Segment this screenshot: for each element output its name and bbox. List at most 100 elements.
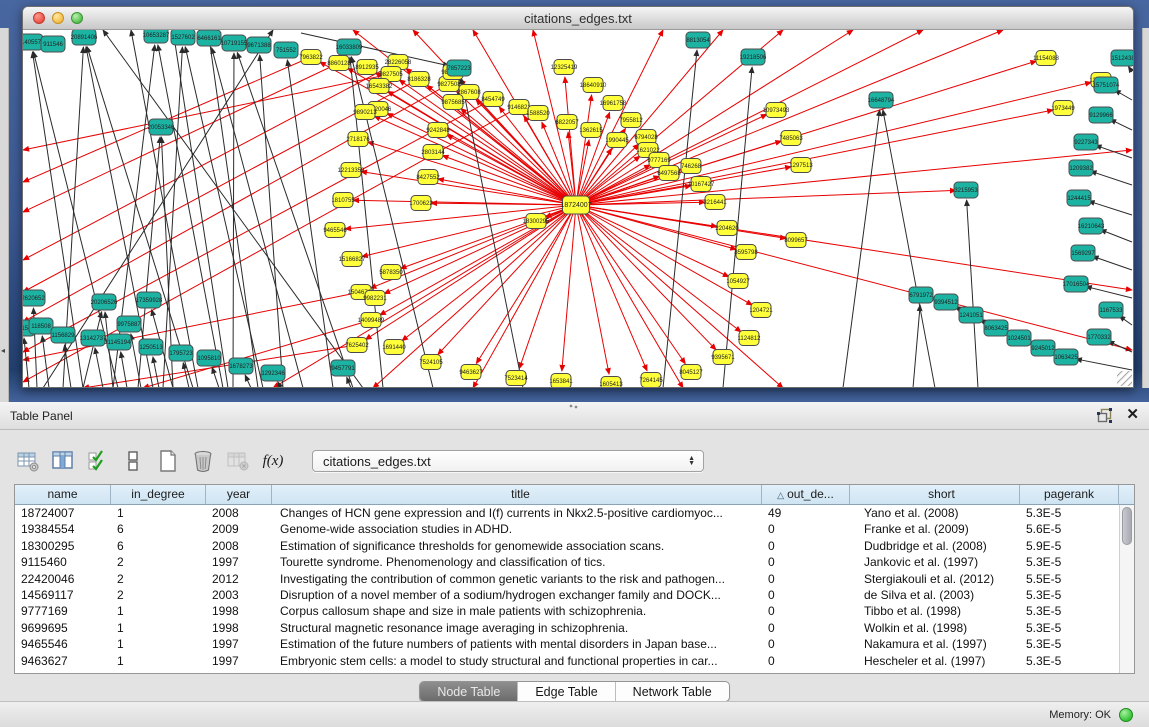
selected-node-1362615[interactable]: 1362615	[579, 123, 603, 138]
citation-network-graph[interactable]: 1872400779638228860128891293528226058982…	[23, 30, 1133, 387]
selected-node-11154088[interactable]: 11154088	[1033, 51, 1059, 66]
selected-node-8912935[interactable]: 8912935	[355, 60, 379, 75]
modify-table-icon[interactable]	[16, 449, 40, 473]
delete-table-icon[interactable]	[191, 449, 215, 473]
table-row[interactable]: 2242004622012Investigating the contribut…	[15, 571, 1134, 587]
selected-node-8427552[interactable]: 8427552	[416, 170, 440, 185]
table-row[interactable]: 1872400712008Changes of HCN gene express…	[15, 505, 1134, 521]
selected-node-1810755[interactable]: 1810755	[331, 193, 355, 208]
selected-node-1054927[interactable]: 1054927	[726, 274, 750, 289]
selected-node-1588520[interactable]: 1588520	[526, 106, 550, 121]
float-panel-icon[interactable]	[1097, 408, 1112, 423]
selected-node-2718176[interactable]: 2718176	[346, 132, 370, 147]
node-8063425[interactable]: 8063425	[984, 320, 1008, 336]
selected-node-6497568[interactable]: 6497568	[657, 166, 681, 181]
selected-node-12213359[interactable]: 12213359	[338, 163, 365, 178]
node-17359928[interactable]: 17359928	[136, 292, 163, 308]
column-header-title[interactable]: title	[272, 485, 762, 504]
selected-node-7523414[interactable]: 7523414	[504, 371, 528, 386]
selected-node-1691440[interactable]: 1691440	[382, 340, 406, 355]
node-1569297[interactable]: 1569297	[1071, 245, 1095, 261]
node-10719155[interactable]: 10719155	[221, 35, 248, 51]
selected-node-1973449[interactable]: 1973449	[1051, 101, 1075, 116]
node-118508[interactable]: 118508	[29, 318, 53, 334]
network-canvas[interactable]: 1872400779638228860128891293528226058982…	[23, 30, 1133, 387]
node-20891406[interactable]: 20891406	[71, 30, 98, 45]
node-19218506[interactable]: 19218506	[740, 49, 767, 65]
column-header-pagerank[interactable]: pagerank	[1020, 485, 1119, 504]
node-16210643[interactable]: 16210643	[1078, 218, 1105, 234]
selected-node-10167427[interactable]: 10167427	[688, 177, 715, 192]
selected-node-15166827[interactable]: 15166827	[339, 252, 366, 267]
node-9457791[interactable]: 9457791	[331, 360, 355, 376]
selected-node-8595798[interactable]: 8595798	[734, 245, 758, 260]
table-row[interactable]: 946362711997Embryonic stem cells: a mode…	[15, 653, 1134, 669]
selected-node-9890213[interactable]: 9890213	[353, 105, 377, 120]
node-9227343[interactable]: 9227343	[1074, 134, 1098, 150]
selected-node-18300295[interactable]: 18300295	[523, 214, 550, 229]
show-columns-icon[interactable]	[51, 449, 75, 473]
node-17016504[interactable]: 17016504	[1063, 276, 1090, 292]
node-1250513[interactable]: 1250513	[139, 339, 163, 355]
selected-node-10973493[interactable]: 10973493	[763, 103, 790, 118]
network-window-titlebar[interactable]: citations_edges.txt	[23, 7, 1133, 30]
node-20206526[interactable]: 20206526	[91, 294, 118, 310]
selected-node-1990445[interactable]: 1990445	[605, 133, 629, 148]
selected-node-1653841[interactable]: 1653841	[549, 374, 573, 388]
node-1512438[interactable]: 1512438	[1111, 50, 1133, 66]
table-row[interactable]: 1830029562008Estimation of significance …	[15, 538, 1134, 554]
node-1795723[interactable]: 1795723	[169, 345, 193, 361]
selected-node-2803144[interactable]: 2803144	[421, 145, 445, 160]
right-splitter[interactable]	[1142, 28, 1149, 388]
collapse-left-icon[interactable]: ◂	[1, 346, 5, 355]
selected-node-9465546[interactable]: 9465546	[323, 223, 347, 238]
node-1024501[interactable]: 1024501	[1007, 330, 1031, 346]
selected-node-7264145[interactable]: 7264145	[639, 373, 663, 388]
row-height-icon[interactable]	[121, 449, 145, 473]
node-9671388[interactable]: 9671388	[247, 37, 271, 53]
selected-node-14099489[interactable]: 14099489	[358, 313, 385, 328]
column-header-year[interactable]: year	[206, 485, 272, 504]
table-select-dropdown[interactable]: citations_edges.txt ▲▼	[312, 450, 704, 472]
node-6466161[interactable]: 6466161	[197, 30, 221, 46]
close-panel-icon[interactable]: ✕	[1126, 407, 1139, 423]
node-140557[interactable]: 140557	[23, 34, 43, 50]
selected-node-7485063[interactable]: 7485063	[779, 131, 803, 146]
node-9129966[interactable]: 9129966	[1089, 107, 1113, 123]
table-row[interactable]: 1456911722003Disruption of a novel membe…	[15, 587, 1134, 603]
panel-divider-grip[interactable]	[568, 404, 580, 409]
selected-node-16961758[interactable]: 16961758	[600, 96, 627, 111]
selected-node-746268[interactable]: 746268	[681, 159, 702, 174]
node-1095810[interactable]: 1095810	[197, 350, 221, 366]
selected-node-8045127[interactable]: 8045127	[679, 365, 703, 380]
node-1244415[interactable]: 1244415	[1067, 190, 1091, 206]
select-columns-icon[interactable]	[86, 449, 110, 473]
selected-node-7955812[interactable]: 7955812	[619, 113, 643, 128]
node-15751074[interactable]: 15751074	[1093, 77, 1120, 93]
selected-node-3216441[interactable]: 3216441	[703, 195, 727, 210]
node-7857223[interactable]: 7857223	[447, 60, 471, 76]
node-1527602[interactable]: 1527602	[171, 30, 195, 45]
node-13142737[interactable]: 13142737	[80, 330, 107, 346]
selected-node-8186328[interactable]: 8186328	[407, 72, 431, 87]
table-row[interactable]: 911546021997Tourette syndrome. Phenomeno…	[15, 554, 1134, 570]
node-9245012[interactable]: 9245012	[1031, 340, 1055, 356]
node-751552[interactable]: 751552	[274, 42, 298, 58]
node-6791972[interactable]: 6791972	[909, 287, 933, 303]
node-911546[interactable]: 911546	[41, 36, 65, 52]
selected-node-1124812[interactable]: 1124812	[738, 331, 762, 346]
table-row[interactable]: 969969511998Structural magnetic resonanc…	[15, 620, 1134, 636]
table-row[interactable]: 977716911998Corpus callosum shape and si…	[15, 603, 1134, 619]
window-resize-grip[interactable]	[1117, 371, 1132, 386]
column-header-in_degree[interactable]: in_degree	[111, 485, 206, 504]
tab-network-table[interactable]: Network Table	[615, 682, 729, 701]
selected-node-7625402[interactable]: 7625402	[345, 338, 369, 353]
vertical-scrollbar[interactable]	[1119, 505, 1134, 673]
selected-node-9463627[interactable]: 9463627	[459, 365, 483, 380]
selected-node-6822057[interactable]: 6822057	[555, 115, 579, 130]
node-9975887[interactable]: 9975887	[117, 316, 141, 332]
node-16033809[interactable]: 16033809	[336, 39, 363, 55]
node-1770332[interactable]: 1770332	[1087, 329, 1111, 345]
selected-node-1700622[interactable]: 1700622	[409, 196, 433, 211]
selected-node-12325419[interactable]: 12325419	[551, 60, 578, 75]
